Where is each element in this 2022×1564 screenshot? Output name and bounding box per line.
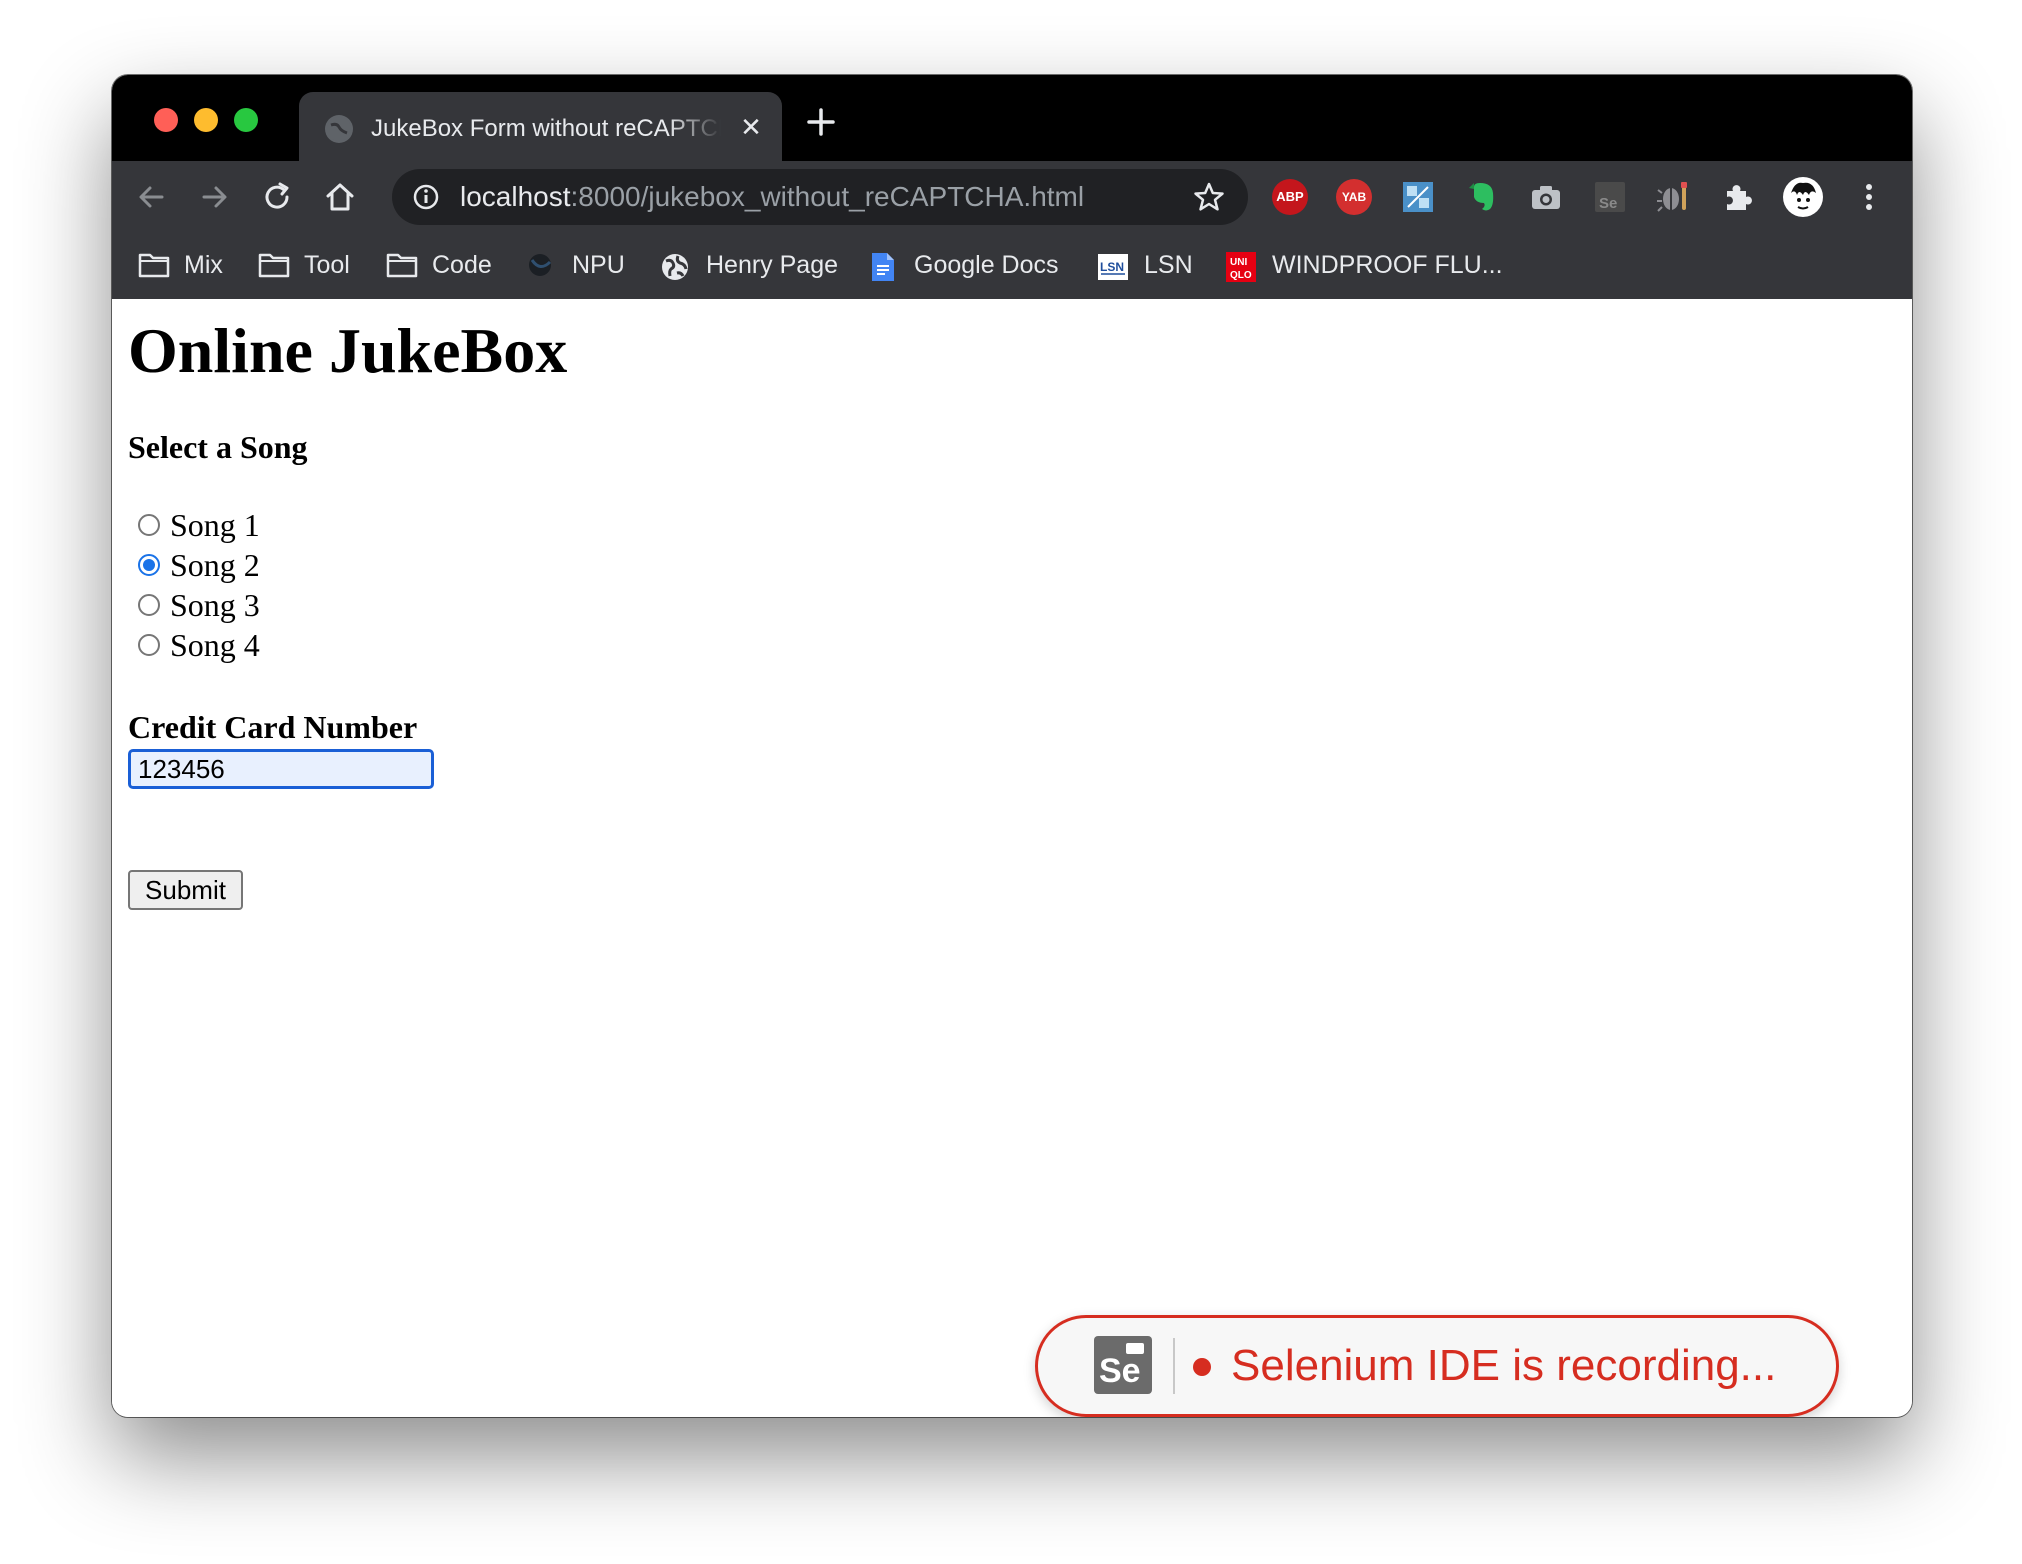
bookmark-label: Code bbox=[432, 250, 492, 279]
credit-card-label: Credit Card Number bbox=[128, 709, 418, 745]
song-2-label[interactable]: Song 2 bbox=[170, 545, 260, 585]
url-path: :8000/jukebox_without_reCAPTCHA.html bbox=[570, 181, 1085, 212]
song-option-2[interactable]: Song 2 bbox=[138, 545, 260, 585]
forward-arrow-icon[interactable] bbox=[196, 179, 232, 215]
tab-title: JukeBox Form without reCAPTCHA bbox=[371, 115, 721, 142]
selenium-logo-icon: Se bbox=[1094, 1336, 1152, 1394]
close-window-button[interactable] bbox=[154, 108, 178, 132]
globe-icon bbox=[660, 252, 690, 280]
profile-avatar-icon[interactable] bbox=[1783, 177, 1823, 217]
bookmark-label: Mix bbox=[184, 250, 223, 279]
browser-toolbar: localhost:8000/jukebox_without_reCAPTCHA… bbox=[112, 161, 1912, 233]
site-info-icon[interactable] bbox=[412, 183, 440, 211]
lsn-favicon-icon: LSN bbox=[1098, 252, 1128, 280]
browser-window: JukeBox Form without reCAPTCHA ✕ localho… bbox=[112, 75, 1912, 1417]
bookmark-label: WINDPROOF FLU... bbox=[1272, 250, 1503, 279]
evernote-icon[interactable] bbox=[1464, 179, 1500, 215]
yab-icon[interactable]: YAB bbox=[1336, 179, 1372, 215]
maximize-window-button[interactable] bbox=[234, 108, 258, 132]
page-title: Online JukeBox bbox=[128, 315, 568, 386]
song-section-label: Select a Song bbox=[128, 429, 308, 465]
bookmarks-bar: Mix Tool Code NPU Henry Page Google Docs… bbox=[112, 233, 1912, 299]
tab-strip: JukeBox Form without reCAPTCHA ✕ bbox=[112, 75, 1912, 161]
selenium-recording-banner: Se Selenium IDE is recording... bbox=[1035, 1315, 1839, 1417]
tab-jukebox[interactable]: JukeBox Form without reCAPTCHA ✕ bbox=[299, 92, 782, 161]
back-arrow-icon[interactable] bbox=[134, 179, 170, 215]
credit-card-input[interactable]: 123456 bbox=[128, 749, 434, 789]
song-option-4[interactable]: Song 4 bbox=[138, 625, 260, 665]
bookmark-label: NPU bbox=[572, 250, 625, 279]
bookmark-henry-page[interactable]: Henry Page bbox=[660, 245, 838, 285]
translate-extension-icon[interactable] bbox=[1400, 179, 1436, 215]
address-bar[interactable]: localhost:8000/jukebox_without_reCAPTCHA… bbox=[392, 169, 1248, 225]
uniqlo-favicon-icon: UNI QLO bbox=[1226, 252, 1256, 282]
folder-icon bbox=[138, 252, 170, 278]
menu-kebab-icon[interactable] bbox=[1851, 179, 1887, 215]
song-2-radio[interactable] bbox=[138, 554, 160, 576]
npu-favicon-icon bbox=[526, 252, 556, 278]
puzzle-extensions-icon[interactable] bbox=[1720, 179, 1756, 215]
home-icon[interactable] bbox=[322, 179, 358, 215]
bookmark-uniqlo[interactable]: UNI QLO WINDPROOF FLU... bbox=[1226, 245, 1503, 285]
selenium-logo-text: Se bbox=[1099, 1352, 1141, 1390]
bug-extension-icon[interactable] bbox=[1656, 179, 1692, 215]
folder-icon bbox=[258, 252, 290, 278]
camera-icon[interactable] bbox=[1528, 179, 1564, 215]
svg-text:LSN: LSN bbox=[1100, 260, 1124, 274]
submit-button[interactable]: Submit bbox=[128, 870, 243, 910]
divider bbox=[1173, 1338, 1175, 1394]
selenium-ide-icon[interactable]: Se bbox=[1592, 179, 1628, 215]
plus-icon[interactable] bbox=[804, 105, 838, 139]
recording-dot-icon bbox=[1193, 1358, 1211, 1376]
song-1-label[interactable]: Song 1 bbox=[170, 505, 260, 545]
svg-text:Se: Se bbox=[1599, 195, 1617, 212]
song-3-radio[interactable] bbox=[138, 594, 160, 616]
song-4-label[interactable]: Song 4 bbox=[170, 625, 260, 665]
bookmark-label: Tool bbox=[304, 250, 350, 279]
google-docs-icon bbox=[868, 252, 898, 281]
bookmark-star-icon[interactable] bbox=[1192, 180, 1226, 214]
page-content: Online JukeBox Select a Song Song 1 Song… bbox=[112, 299, 1912, 1417]
url-host: localhost bbox=[460, 181, 571, 212]
song-4-radio[interactable] bbox=[138, 634, 160, 656]
svg-text:QLO: QLO bbox=[1230, 270, 1252, 281]
bookmark-lsn[interactable]: LSN LSN bbox=[1098, 245, 1193, 285]
svg-text:UNI: UNI bbox=[1230, 257, 1247, 268]
adblock-plus-icon[interactable]: ABP bbox=[1272, 179, 1308, 215]
url-text[interactable]: localhost:8000/jukebox_without_reCAPTCHA… bbox=[460, 177, 1084, 217]
bookmark-google-docs[interactable]: Google Docs bbox=[868, 245, 1059, 285]
bookmark-npu[interactable]: NPU bbox=[526, 245, 625, 285]
bookmark-label: Henry Page bbox=[706, 250, 839, 279]
song-option-3[interactable]: Song 3 bbox=[138, 585, 260, 625]
reload-icon[interactable] bbox=[259, 179, 295, 215]
bookmark-label: Google Docs bbox=[914, 250, 1059, 279]
bookmark-tool[interactable]: Tool bbox=[258, 245, 350, 285]
song-3-label[interactable]: Song 3 bbox=[170, 585, 260, 625]
minimize-window-button[interactable] bbox=[194, 108, 218, 132]
song-1-radio[interactable] bbox=[138, 514, 160, 536]
bookmark-label: LSN bbox=[1144, 250, 1193, 279]
bookmark-mix[interactable]: Mix bbox=[138, 245, 223, 285]
close-tab-icon[interactable]: ✕ bbox=[736, 112, 766, 142]
song-option-1[interactable]: Song 1 bbox=[138, 505, 260, 545]
bookmark-code[interactable]: Code bbox=[386, 245, 492, 285]
folder-icon bbox=[386, 252, 418, 278]
recording-status-text: Selenium IDE is recording... bbox=[1231, 1341, 1777, 1390]
globe-favicon-icon bbox=[325, 115, 353, 143]
